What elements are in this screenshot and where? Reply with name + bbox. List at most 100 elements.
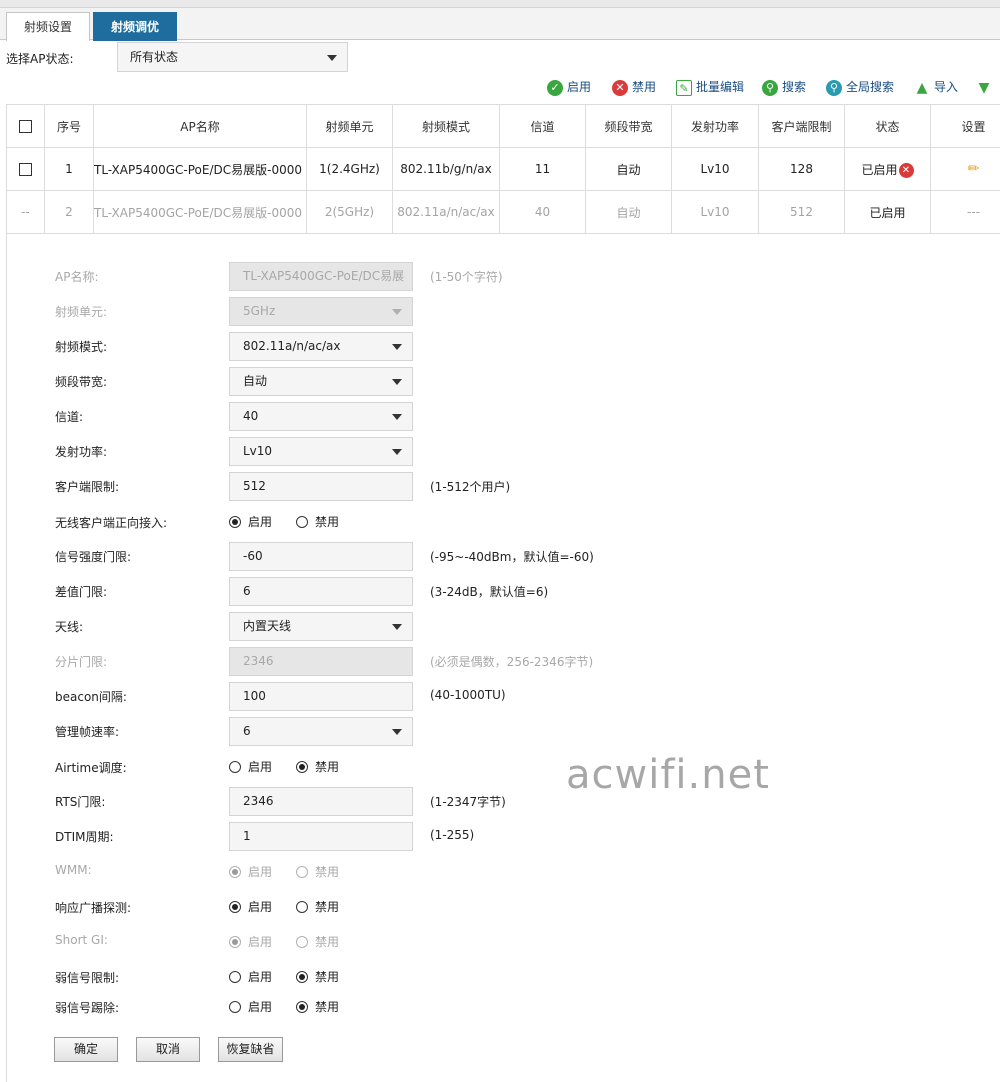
client-limit-label: 客户端限制: (55, 480, 120, 494)
radio-on-icon (229, 935, 241, 948)
tx-power-label: 发射功率: (55, 445, 108, 459)
radio-label: 禁用 (315, 865, 340, 879)
cell-mode: 802.11a/n/ac/ax (392, 190, 500, 234)
channel-select[interactable]: 40 (229, 402, 413, 431)
airtime-enable-radio[interactable]: 启用 (229, 758, 272, 775)
radio-off-icon (296, 515, 308, 528)
cell-channel: 40 (499, 190, 586, 234)
weak-limit-disable-radio[interactable]: 禁用 (296, 968, 339, 985)
mgmt-rate-value: 6 (243, 724, 251, 738)
airtime-label: Airtime调度: (55, 761, 127, 775)
batch-edit-label: 批量编辑 (696, 80, 745, 94)
restore-defaults-button[interactable]: 恢复缺省 (218, 1037, 283, 1062)
cell-index: 1 (44, 147, 94, 191)
cell-ap-name: TL-XAP5400GC-PoE/DC易展版-0000 (93, 190, 307, 234)
cell-channel: 11 (499, 147, 586, 191)
rts-threshold-hint: (1-2347字节) (430, 795, 506, 809)
ok-button[interactable]: 确定 (54, 1037, 118, 1062)
cancel-button[interactable]: 取消 (136, 1037, 200, 1062)
disable-label: 禁用 (632, 80, 657, 94)
weak-kick-disable-radio[interactable]: 禁用 (296, 998, 339, 1015)
dtim-input[interactable]: 1 (229, 822, 413, 851)
global-search-label: 全局搜索 (846, 80, 895, 94)
ap-status-select-value: 所有状态 (130, 50, 179, 64)
radio-label: 禁用 (315, 970, 340, 984)
weak-kick-enable-radio[interactable]: 启用 (229, 998, 272, 1015)
import-button[interactable]: ▲ 导入 (914, 78, 958, 96)
row-select-cell[interactable] (6, 147, 45, 191)
rssi-threshold-hint: (-95~-40dBm，默认值=-60) (430, 550, 594, 564)
radio-off-icon (296, 900, 308, 913)
select-all-header[interactable] (6, 104, 45, 148)
cell-power: Lv10 (671, 190, 759, 234)
chevron-down-icon (392, 729, 402, 735)
tab-radio-tuning[interactable]: 射频调优 (93, 12, 177, 41)
column-header: 状态 (844, 104, 931, 148)
top-bar (0, 0, 1000, 8)
search-icon: ⚲ (762, 79, 778, 96)
select-all-checkbox[interactable] (19, 120, 32, 133)
radio-on-icon (296, 1000, 308, 1013)
radio-mode-select[interactable]: 802.11a/n/ac/ax (229, 332, 413, 361)
search-label: 搜索 (782, 80, 807, 94)
wmm-label: WMM: (55, 863, 92, 877)
radio-off-icon (229, 760, 241, 773)
weak-signal-kick-label: 弱信号踢除: (55, 1001, 120, 1015)
short-gi-label: Short GI: (55, 933, 108, 947)
enable-button[interactable]: ✓ 启用 (547, 78, 591, 96)
radio-label: 禁用 (315, 515, 340, 529)
tx-power-select[interactable]: Lv10 (229, 437, 413, 466)
antenna-select[interactable]: 内置天线 (229, 612, 413, 641)
beacon-interval-label: beacon间隔: (55, 690, 127, 704)
radio-label: 启用 (248, 1000, 273, 1014)
band-steering-enable-radio[interactable]: 启用 (229, 513, 272, 530)
search-button[interactable]: ⚲ 搜索 (762, 78, 806, 96)
antenna-label: 天线: (55, 620, 84, 634)
table-row[interactable]: 1 TL-XAP5400GC-PoE/DC易展版-0000 1(2.4GHz) … (6, 147, 1000, 191)
radio-table: 序号 AP名称 射频单元 射频模式 信道 频段带宽 发射功率 客户端限制 状态 … (6, 104, 1000, 234)
batch-edit-button[interactable]: ✎ 批量编辑 (676, 78, 744, 96)
diff-threshold-hint: (3-24dB，默认值=6) (430, 585, 549, 599)
client-limit-input[interactable]: 512 (229, 472, 413, 501)
table-row[interactable]: -- 2 TL-XAP5400GC-PoE/DC易展版-0000 2(5GHz)… (6, 190, 1000, 234)
mgmt-rate-label: 管理帧速率: (55, 725, 120, 739)
disable-status-icon[interactable]: ✕ (898, 162, 914, 178)
rts-threshold-input[interactable]: 2346 (229, 787, 413, 816)
enable-label: 启用 (567, 80, 592, 94)
weak-signal-limit-label: 弱信号限制: (55, 971, 120, 985)
radio-label: 启用 (248, 760, 273, 774)
column-header: 频段带宽 (585, 104, 672, 148)
disable-button[interactable]: ✕ 禁用 (612, 78, 656, 96)
edit-pencil-icon[interactable]: ✏ (968, 161, 980, 177)
chevron-down-icon (392, 624, 402, 630)
import-label: 导入 (934, 80, 959, 94)
chevron-down-icon (392, 449, 402, 455)
radio-label: 禁用 (315, 935, 340, 949)
weak-limit-enable-radio[interactable]: 启用 (229, 968, 272, 985)
wmm-enable-radio: 启用 (229, 863, 272, 880)
global-search-button[interactable]: ⚲ 全局搜索 (826, 78, 894, 96)
cell-settings: ✏ (930, 147, 1000, 191)
cell-radio-unit: 2(5GHz) (306, 190, 393, 234)
ap-status-select[interactable]: 所有状态 (117, 42, 348, 72)
airtime-disable-radio[interactable]: 禁用 (296, 758, 339, 775)
frag-threshold-input: 2346 (229, 647, 413, 676)
probe-disable-radio[interactable]: 禁用 (296, 898, 339, 915)
rssi-threshold-input[interactable]: -60 (229, 542, 413, 571)
chevron-down-icon (392, 379, 402, 385)
probe-enable-radio[interactable]: 启用 (229, 898, 272, 915)
tab-radio-settings[interactable]: 射频设置 (6, 12, 90, 41)
bandwidth-select[interactable]: 自动 (229, 367, 413, 396)
radio-on-icon (229, 515, 241, 528)
radio-label: 启用 (248, 865, 273, 879)
band-steering-disable-radio[interactable]: 禁用 (296, 513, 339, 530)
band-steering-label: 无线客户端正向接入: (55, 516, 168, 530)
mgmt-rate-select[interactable]: 6 (229, 717, 413, 746)
dtim-label: DTIM周期: (55, 830, 114, 844)
row-checkbox[interactable] (19, 163, 32, 176)
beacon-interval-input[interactable]: 100 (229, 682, 413, 711)
diff-threshold-input[interactable]: 6 (229, 577, 413, 606)
cell-status: 已启用 ✕ (844, 147, 931, 191)
radio-off-icon (229, 970, 241, 983)
export-button[interactable]: ▼ (976, 78, 996, 96)
